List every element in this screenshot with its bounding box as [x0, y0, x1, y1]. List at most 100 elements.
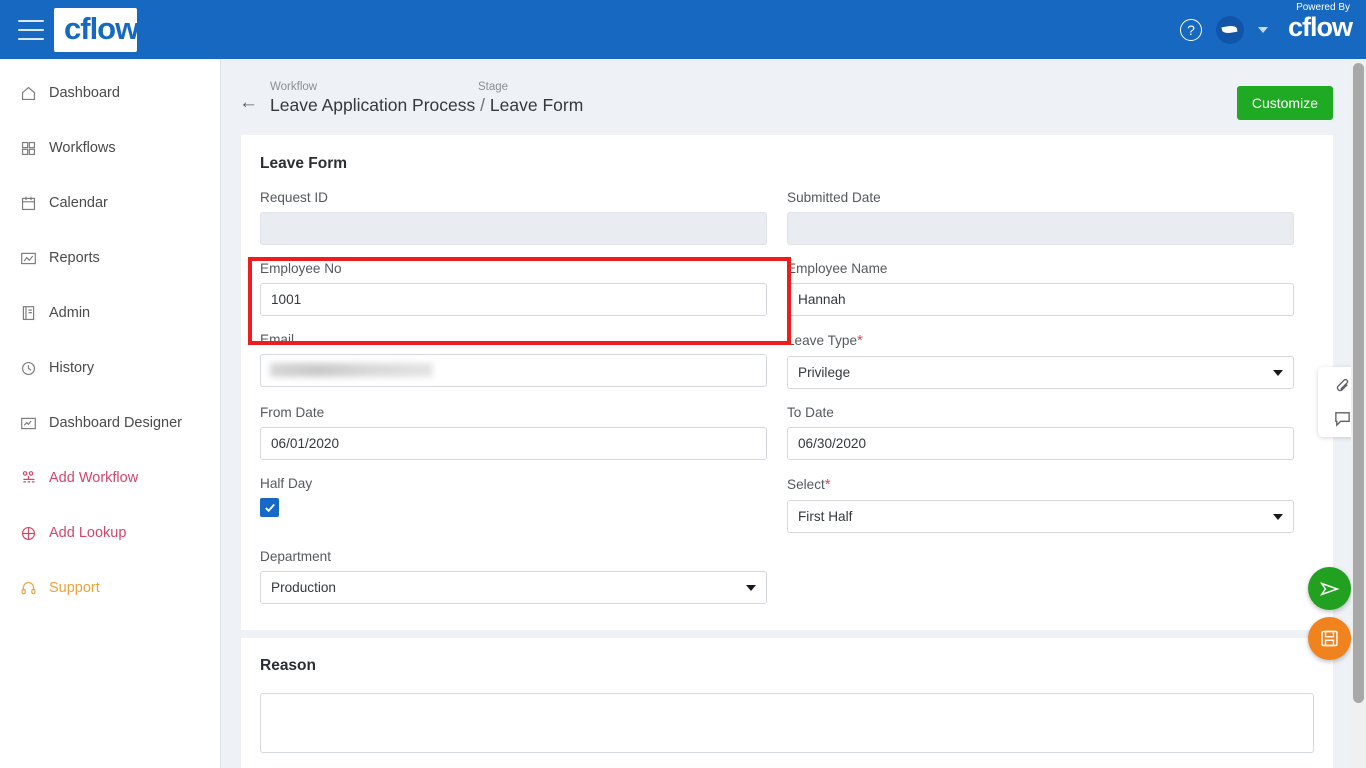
- help-circle-icon[interactable]: ?: [1179, 18, 1202, 41]
- field-half-day: Half Day: [260, 476, 787, 533]
- label-submitted-date: Submitted Date: [787, 190, 881, 205]
- sidebar-item-dashboard[interactable]: Dashboard: [0, 75, 220, 111]
- form-title: Leave Form: [260, 155, 348, 172]
- required-mark: *: [824, 476, 831, 493]
- breadcrumb-separator: /: [480, 95, 486, 115]
- topbar-right-group: ? Powered By cflow: [1179, 1, 1366, 57]
- send-icon: [1319, 581, 1340, 596]
- leave-type-select[interactable]: [787, 356, 1294, 389]
- report-icon: [20, 250, 37, 267]
- book-icon: [20, 305, 37, 322]
- employee-name-input[interactable]: [787, 283, 1294, 316]
- reason-textarea[interactable]: [260, 693, 1314, 753]
- user-avatar[interactable]: [1215, 15, 1244, 44]
- submitted-date-input: [787, 212, 1294, 245]
- department-select-wrap: [260, 571, 767, 604]
- field-select-half: Select*: [787, 476, 1314, 533]
- designer-icon: [20, 415, 37, 432]
- sidebar-item-label: Dashboard Designer: [49, 415, 182, 431]
- request-id-input: [260, 212, 767, 245]
- sidebar-item-label: Add Workflow: [49, 470, 139, 486]
- form-grid: Request ID Submitted Date Employee No Em…: [260, 190, 1314, 608]
- half-day-checkbox[interactable]: [260, 498, 279, 517]
- breadcrumb-stage-name: Leave Form: [489, 95, 584, 115]
- label-leave-type-text: Leave Type: [787, 333, 858, 348]
- reason-card: Reason: [241, 638, 1333, 768]
- field-submitted-date: Submitted Date: [787, 190, 1314, 245]
- field-to-date: To Date: [787, 405, 1314, 460]
- add-workflow-icon: [20, 470, 37, 487]
- send-button[interactable]: [1308, 567, 1351, 610]
- field-employee-no: Employee No: [260, 261, 787, 316]
- sidebar-item-label: Reports: [49, 250, 100, 266]
- to-date-input[interactable]: [787, 427, 1294, 460]
- scrollbar-thumb[interactable]: [1353, 63, 1364, 703]
- breadcrumb-kicker-row: Workflow Stage: [270, 81, 583, 93]
- sidebar-item-label: Add Lookup: [49, 525, 127, 541]
- top-bar: cflow ? Powered By cflow: [0, 0, 1366, 59]
- sidebar-item-add-workflow[interactable]: Add Workflow: [0, 460, 220, 496]
- powered-by-logo: Powered By cflow: [1287, 1, 1353, 57]
- sidebar-item-dashboard-designer[interactable]: Dashboard Designer: [0, 405, 220, 441]
- label-leave-type: Leave Type*: [787, 332, 1294, 349]
- sidebar-item-label: Calendar: [49, 195, 108, 211]
- sidebar-item-label: Admin: [49, 305, 91, 321]
- label-request-id: Request ID: [260, 190, 329, 205]
- sidebar-item-history[interactable]: History: [0, 350, 220, 386]
- chevron-down-icon[interactable]: [1257, 26, 1268, 33]
- hamburger-icon[interactable]: [18, 19, 44, 40]
- label-employee-name: Employee Name: [787, 261, 888, 276]
- sidebar-item-calendar[interactable]: Calendar: [0, 185, 220, 221]
- label-select-half: Select*: [787, 476, 1294, 493]
- label-email: Email: [260, 332, 294, 347]
- paperclip-icon[interactable]: [1331, 375, 1353, 397]
- label-select-half-text: Select: [787, 477, 825, 492]
- field-request-id: Request ID: [260, 190, 787, 245]
- breadcrumb-workflow-name[interactable]: Leave Application Process: [270, 95, 475, 115]
- calendar-icon: [20, 195, 37, 212]
- logo-text: cflow: [64, 11, 139, 46]
- powered-by-label: Powered By: [1296, 1, 1350, 13]
- save-button[interactable]: [1308, 617, 1351, 660]
- sidebar-item-reports[interactable]: Reports: [0, 240, 220, 276]
- label-to-date: To Date: [787, 405, 834, 420]
- department-select[interactable]: [260, 571, 767, 604]
- leave-form-card: Leave Form Request ID Submitted Date Emp…: [241, 135, 1333, 630]
- field-email: Email: [260, 332, 787, 389]
- select-half-select[interactable]: [787, 500, 1294, 533]
- avatar-mark-icon: [1221, 24, 1238, 35]
- breadcrumb-workflow-label: Workflow: [270, 81, 318, 93]
- leave-type-select-wrap: [787, 356, 1294, 389]
- field-from-date: From Date: [260, 405, 787, 460]
- page-scrollbar[interactable]: [1351, 59, 1366, 768]
- employee-no-input[interactable]: [260, 283, 767, 316]
- breadcrumb-stage-label: Stage: [478, 81, 509, 93]
- field-spacer: [787, 549, 1314, 592]
- sidebar-item-label: Dashboard: [49, 85, 120, 101]
- sidebar-item-label: Workflows: [49, 140, 116, 156]
- powered-by-cflow: cflow: [1287, 11, 1353, 42]
- field-employee-name: Employee Name: [787, 261, 1314, 316]
- field-leave-type: Leave Type*: [787, 332, 1314, 389]
- sidebar-item-support[interactable]: Support: [0, 570, 220, 606]
- app-logo[interactable]: cflow: [54, 7, 139, 52]
- sidebar-item-workflows[interactable]: Workflows: [0, 130, 220, 166]
- sidebar-item-admin[interactable]: Admin: [0, 295, 220, 331]
- headset-icon: [20, 580, 37, 597]
- check-icon: [264, 503, 275, 512]
- clock-icon: [20, 360, 37, 377]
- select-half-wrap: [787, 500, 1294, 533]
- comment-icon[interactable]: [1331, 407, 1353, 429]
- label-employee-no: Employee No: [260, 261, 342, 276]
- save-floppy-icon: [1321, 630, 1338, 647]
- from-date-input[interactable]: [260, 427, 767, 460]
- sidebar-item-add-lookup[interactable]: Add Lookup: [0, 515, 220, 551]
- customize-button[interactable]: Customize: [1236, 86, 1333, 120]
- breadcrumb-path: Leave Application Process / Leave Form: [270, 95, 583, 116]
- label-department: Department: [260, 549, 332, 564]
- back-arrow-icon[interactable]: ←: [239, 93, 258, 112]
- breadcrumb: ← Workflow Stage Leave Application Proce…: [221, 59, 1366, 135]
- email-input-wrap: [260, 354, 767, 387]
- breadcrumb-text-group: Workflow Stage Leave Application Process…: [270, 81, 583, 116]
- reason-title: Reason: [260, 657, 316, 674]
